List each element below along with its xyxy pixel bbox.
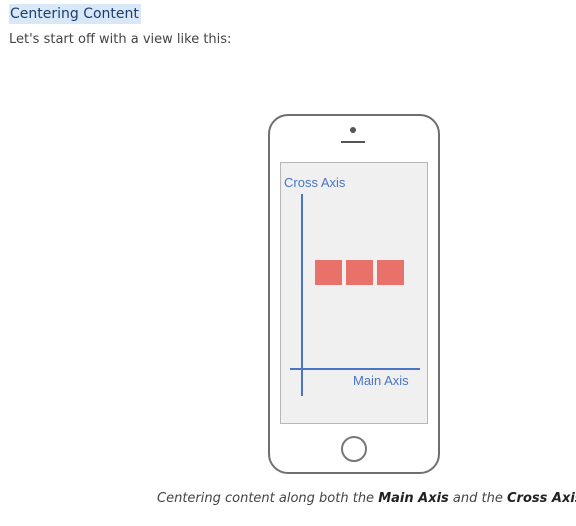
main-axis-line [290, 368, 420, 370]
cross-axis-label: Cross Axis [284, 175, 346, 190]
section-heading: Centering Content [9, 4, 141, 24]
content-box [377, 260, 404, 285]
caption-text: Centering content along both the [157, 491, 379, 506]
figure-caption: Centering content along both the Main Ax… [157, 490, 576, 507]
cross-axis-line [301, 194, 303, 396]
caption-main-axis: Main Axis [378, 491, 449, 506]
home-button-icon [341, 436, 367, 462]
intro-text: Let's start off with a view like this: [9, 32, 232, 47]
camera-dot-icon [350, 127, 356, 133]
content-box [315, 260, 342, 285]
caption-cross-axis: Cross Axis [507, 491, 576, 506]
speaker-grille-icon [341, 141, 365, 143]
caption-text: and the [448, 491, 507, 506]
main-axis-label: Main Axis [353, 373, 409, 388]
content-box [346, 260, 373, 285]
